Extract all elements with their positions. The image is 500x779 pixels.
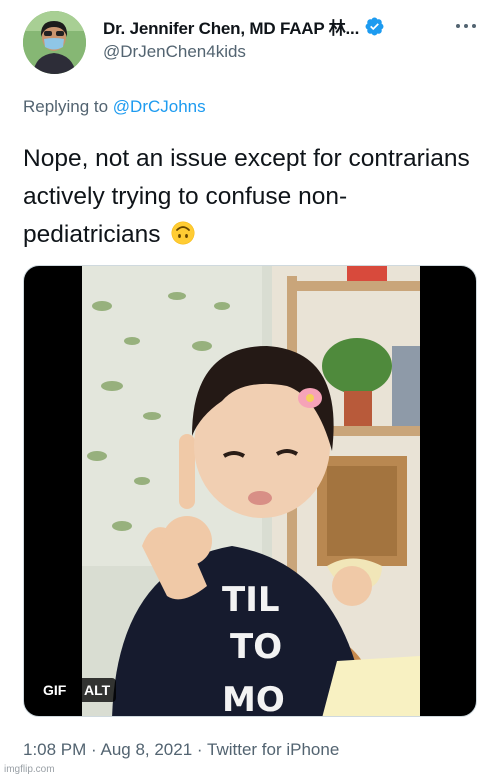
- meta-separator: ·: [192, 740, 207, 759]
- reply-mention-link[interactable]: @DrCJohns: [113, 97, 206, 116]
- tweet-time[interactable]: 1:08 PM: [23, 740, 86, 759]
- shirt-text-line-3: MO: [222, 680, 285, 717]
- media-gif[interactable]: TIL TO MO GIF ALT: [23, 265, 477, 717]
- tweet-text: Nope, not an issue except for contrarian…: [23, 140, 483, 254]
- gif-badge: GIF: [37, 678, 73, 702]
- meta-separator: ·: [86, 740, 101, 759]
- watermark: imgflip.com: [4, 764, 55, 775]
- author-name-row[interactable]: Dr. Jennifer Chen, MD FAAP 林...: [103, 14, 385, 39]
- tweet-meta: 1:08 PM · Aug 8, 2021 · Twitter for iPho…: [23, 740, 339, 760]
- author-handle[interactable]: @DrJenChen4kids: [103, 42, 246, 62]
- shirt-text-line-1: TIL: [222, 580, 280, 620]
- avatar-photo: [23, 11, 86, 74]
- tweet-source[interactable]: Twitter for iPhone: [207, 740, 339, 759]
- replying-to-label: Replying to: [23, 97, 113, 116]
- more-options-icon[interactable]: [454, 20, 478, 32]
- avatar[interactable]: [23, 11, 86, 74]
- tweet-body: Nope, not an issue except for contrarian…: [23, 145, 470, 248]
- author-name[interactable]: Dr. Jennifer Chen, MD FAAP 林...: [103, 14, 359, 39]
- upside-down-face-icon: [171, 221, 195, 245]
- alt-text-button[interactable]: ALT: [78, 678, 117, 702]
- replying-to: Replying to @DrCJohns: [23, 97, 206, 117]
- gif-frame: TIL TO MO: [82, 266, 420, 717]
- tweet-date[interactable]: Aug 8, 2021: [100, 740, 192, 759]
- shirt-text-line-2: TO: [230, 627, 282, 667]
- verified-badge-icon: [365, 17, 384, 36]
